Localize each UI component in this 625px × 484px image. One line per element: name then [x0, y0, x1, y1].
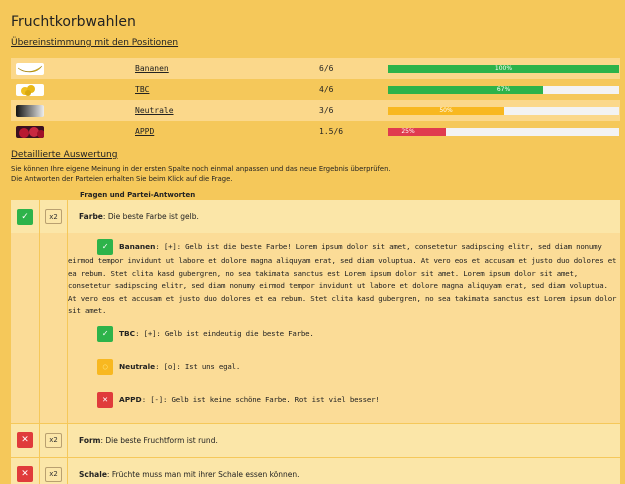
- answer-bananen: ✓ Bananen: [+]: Gelb ist die beste Farbe!…: [68, 239, 620, 318]
- score-neutrale: 3/6: [319, 100, 388, 121]
- question-row-farbe: ✓ x2 Farbe: Die beste Farbe ist gelb.: [11, 200, 620, 233]
- bar-label-appd: 25%: [401, 127, 415, 135]
- result-row-tbc: TBC 4/6 67%: [11, 79, 620, 100]
- question-row-schale: ✕ x2 Schale: Früchte muss man mit ihrer …: [11, 457, 620, 484]
- party-link-appd[interactable]: APPD: [135, 121, 319, 142]
- party-link-bananen[interactable]: Bananen: [135, 58, 319, 79]
- bar-label-tbc: 67%: [496, 85, 511, 93]
- bar-label-neutrale: 50%: [439, 106, 453, 114]
- check-icon: ✓: [97, 326, 113, 342]
- result-row-neutrale: Neutrale 3/6 50%: [11, 100, 620, 121]
- question-farbe[interactable]: Farbe: Die beste Farbe ist gelb.: [68, 200, 620, 233]
- weight-toggle-button[interactable]: x2: [45, 432, 62, 448]
- cross-icon: ✕: [97, 392, 113, 408]
- result-row-appd: APPD 1.5/6 25%: [11, 121, 620, 142]
- progress-bar-tbc: 67%: [388, 85, 619, 94]
- score-tbc: 4/6: [319, 79, 388, 100]
- progress-bar-neutrale: 50%: [388, 106, 619, 115]
- answer-appd: ✕ APPD: [-]: Gelb ist keine schöne Farbe.…: [97, 384, 620, 417]
- question-row-form: ✕ x2 Form: Die beste Fruchtform ist rund…: [11, 423, 620, 457]
- party-link-tbc[interactable]: TBC: [135, 79, 319, 100]
- bar-label-bananen: 100%: [494, 64, 513, 72]
- weight-toggle-button[interactable]: x2: [45, 209, 62, 224]
- answers-row-farbe: ✓ Bananen: [+]: Gelb ist die beste Farbe!…: [11, 233, 620, 423]
- positions-link[interactable]: Übereinstimmung mit den Positionen: [11, 38, 178, 48]
- hint-text: Sie können Ihre eigene Meinung in der er…: [11, 165, 391, 183]
- party-link-neutrale[interactable]: Neutrale: [135, 100, 319, 121]
- circle-icon: ○: [97, 359, 113, 375]
- page-title: Fruchtkorbwahlen: [11, 14, 136, 30]
- detail-title: Detaillierte Auswertung: [11, 150, 118, 160]
- gradient-image: [16, 104, 44, 117]
- question-form[interactable]: Form: Die beste Fruchtform ist rund.: [68, 423, 620, 457]
- score-bananen: 6/6: [319, 58, 388, 79]
- progress-bar-bananen: 100%: [388, 64, 619, 73]
- questions-column-header: Fragen und Partei-Antworten: [80, 191, 196, 199]
- apples-image: [16, 125, 44, 138]
- results-table: Bananen 6/6 100% TBC 4/6 67% Neutrale 3/…: [11, 58, 620, 142]
- progress-bar-appd: 25%: [388, 127, 619, 136]
- answer-neutrale: ○ Neutrale: [o]: Ist uns egal.: [97, 351, 620, 384]
- question-schale[interactable]: Schale: Früchte muss man mit ihrer Schal…: [68, 457, 620, 484]
- check-icon[interactable]: ✓: [17, 208, 33, 225]
- questions-table: ✓ x2 Farbe: Die beste Farbe ist gelb. ✓ B…: [11, 200, 620, 484]
- page: Fruchtkorbwahlen Übereinstimmung mit den…: [11, 14, 620, 484]
- lemons-image: [16, 83, 44, 96]
- answer-tbc: ✓ TBC: [+]: Gelb ist eindeutig die beste …: [97, 318, 620, 351]
- cross-icon[interactable]: ✕: [17, 432, 33, 448]
- banana-image: [16, 62, 44, 75]
- party-answers: ✓ Bananen: [+]: Gelb ist die beste Farbe!…: [68, 233, 620, 423]
- result-row-bananen: Bananen 6/6 100%: [11, 58, 620, 79]
- check-icon: ✓: [97, 239, 113, 255]
- score-appd: 1.5/6: [319, 121, 388, 142]
- weight-toggle-button[interactable]: x2: [45, 466, 62, 482]
- cross-icon[interactable]: ✕: [17, 466, 33, 482]
